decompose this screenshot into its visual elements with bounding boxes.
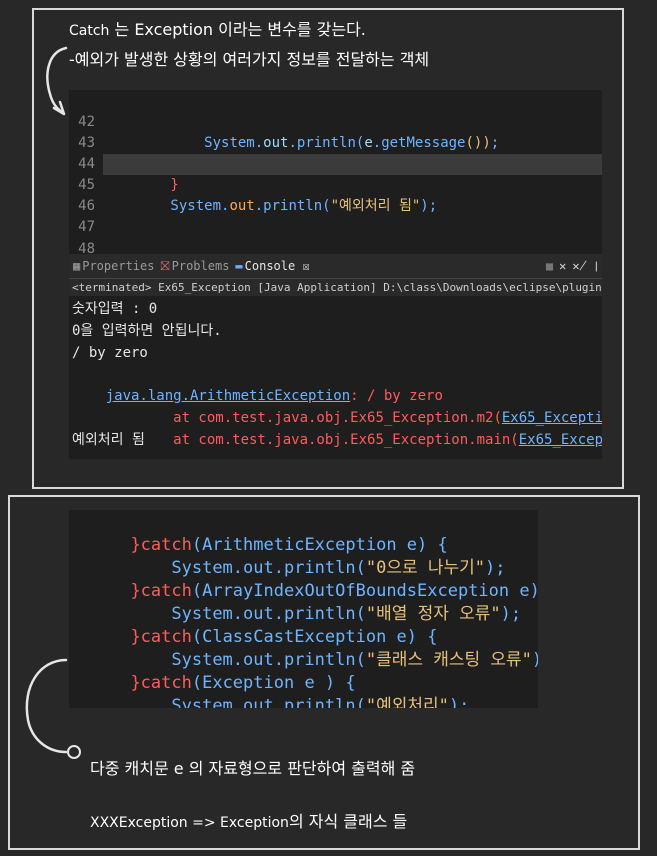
editor-line: 44 } (69, 133, 602, 193)
console-output-line: 예외처리 됨 (72, 432, 145, 448)
note-exception-subclasses: XXXException => Exception의 자식 클래스 들 (90, 812, 408, 831)
code-line: }catch(ClassCastException e) { (130, 627, 438, 647)
editor-line: 43 e.printStackTrace(); (69, 112, 602, 172)
curved-arrow-icon (25, 658, 81, 759)
console-output-line: 숫자입력 : 0 (72, 301, 158, 317)
line-number: 44 (78, 156, 95, 172)
code-line: System.out.println("클래스 캐스팅 오류"); (171, 650, 538, 670)
code-line: } (69, 695, 538, 708)
editor-line: 47 (69, 196, 602, 235)
note-catch-rest: 는 Exception 이라는 변수를 갖는다. (109, 20, 366, 39)
note-exception-object: -예외가 발생한 상황의 여러가지 정보를 전달하는 객체 (69, 50, 430, 69)
console-output-line: 0을 입력하면 안됩니다. (72, 323, 222, 339)
stack-trace-line: at com.test.java.obj.Ex65_Exception.main… (72, 407, 602, 448)
code-line: }catch(ArithmeticException e) { (130, 535, 448, 555)
catch-code-snippet: }catch(ArithmeticException e) { System.o… (69, 510, 538, 708)
editor-line: 42 System.out.println(e.getMessage()); (69, 91, 602, 151)
console-exception-line: java.lang.ArithmeticException: / by zero (72, 363, 602, 404)
console-process-label: <terminated> Ex65_Exception [Java Applic… (69, 278, 602, 296)
editor-line: 48 } (69, 218, 602, 278)
note-catch-word: Catch (69, 23, 110, 39)
code-line: System.out.println("예외처리"); (171, 696, 470, 708)
eclipse-screenshot: 42 System.out.println(e.getMessage()); 4… (69, 90, 602, 459)
console-icon: ▬ (235, 259, 243, 273)
stack-trace-line: at com.test.java.obj.Ex65_Exception.m2(E… (72, 385, 602, 426)
terminate-icon[interactable]: ■ (546, 259, 553, 273)
code-line: System.out.println("배열 정자 오류"); (171, 604, 522, 624)
note-multi-catch: 다중 캐치문 e 의 자료형으로 판단하여 출력해 줌 (90, 759, 416, 778)
note-catch-variable: Catch 는 Exception 이라는 변수를 갖는다. (69, 16, 366, 40)
panel-tab-bar: ▦ Properties ⛝ Problems ▬ Console ☒ ■ ✕ ✕̸ … (69, 254, 602, 278)
problems-icon: ⛝ (160, 258, 170, 273)
console-output-line: / by zero (72, 345, 148, 361)
tab-console[interactable]: ▬ Console ☒ (235, 259, 309, 273)
properties-icon: ▦ (73, 259, 81, 273)
editor-line-current: 45 System.out.println("예외처리 됨"); (78, 154, 602, 214)
tab-properties[interactable]: ▦ Properties (73, 259, 154, 273)
code-line: }catch(ArrayIndexOutOfBoundsException e)… (130, 581, 538, 601)
editor-line: 46 (69, 175, 602, 214)
remove-launch-icon[interactable]: ✕ (559, 259, 566, 273)
tab-problems[interactable]: ⛝ Problems (160, 259, 229, 274)
remove-all-icon[interactable]: ✕̸ (572, 259, 586, 273)
code-line: System.out.println("0으로 나누기"); (171, 558, 506, 578)
code-line: }catch(Exception e ) { (130, 673, 356, 693)
pin-console-icon[interactable]: ❘ (593, 259, 602, 273)
